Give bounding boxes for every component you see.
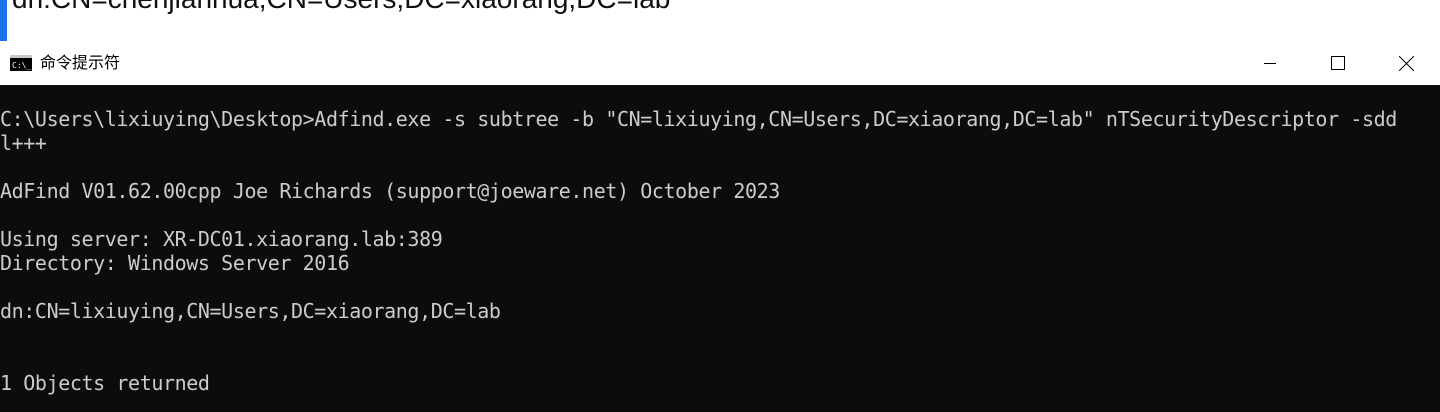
console-line-command: C:\Users\lixiuying\Desktop>Adfind.exe -s… <box>0 107 1397 131</box>
console-line-adfind-banner: AdFind V01.62.00cpp Joe Richards (suppor… <box>0 179 780 203</box>
minimize-button[interactable] <box>1236 41 1304 85</box>
minimize-icon <box>1264 57 1276 69</box>
console-line-command-wrap: l+++ <box>0 131 47 155</box>
background-window: dn:CN=chenjianhua,CN=Users,DC=xiaorang,D… <box>0 0 1440 42</box>
close-button[interactable] <box>1372 41 1440 85</box>
cmd-window[interactable]: C:\_ 命令提示符 C:\Users\lixiuying\Desktop>Ad… <box>0 41 1440 412</box>
title-bar[interactable]: C:\_ 命令提示符 <box>0 41 1440 85</box>
background-window-text: dn:CN=chenjianhua,CN=Users,DC=xiaorang,D… <box>12 0 670 16</box>
maximize-button[interactable] <box>1304 41 1372 85</box>
console-line-server: Using server: XR-DC01.xiaorang.lab:389 <box>0 227 443 251</box>
screen: dn:CN=chenjianhua,CN=Users,DC=xiaorang,D… <box>0 0 1440 412</box>
console-line-dn: dn:CN=lixiuying,CN=Users,DC=xiaorang,DC=… <box>0 299 501 323</box>
cmd-icon: C:\_ <box>10 55 32 71</box>
maximize-icon <box>1331 56 1345 70</box>
console-line-objects-returned: 1 Objects returned <box>0 371 210 395</box>
background-window-accent <box>0 0 7 41</box>
console-output[interactable]: C:\Users\lixiuying\Desktop>Adfind.exe -s… <box>0 85 1440 412</box>
window-title: 命令提示符 <box>40 53 121 72</box>
window-controls <box>1236 41 1440 85</box>
svg-text:C:\_: C:\_ <box>12 61 31 70</box>
console-line-directory: Directory: Windows Server 2016 <box>0 251 350 275</box>
close-icon <box>1398 55 1414 71</box>
